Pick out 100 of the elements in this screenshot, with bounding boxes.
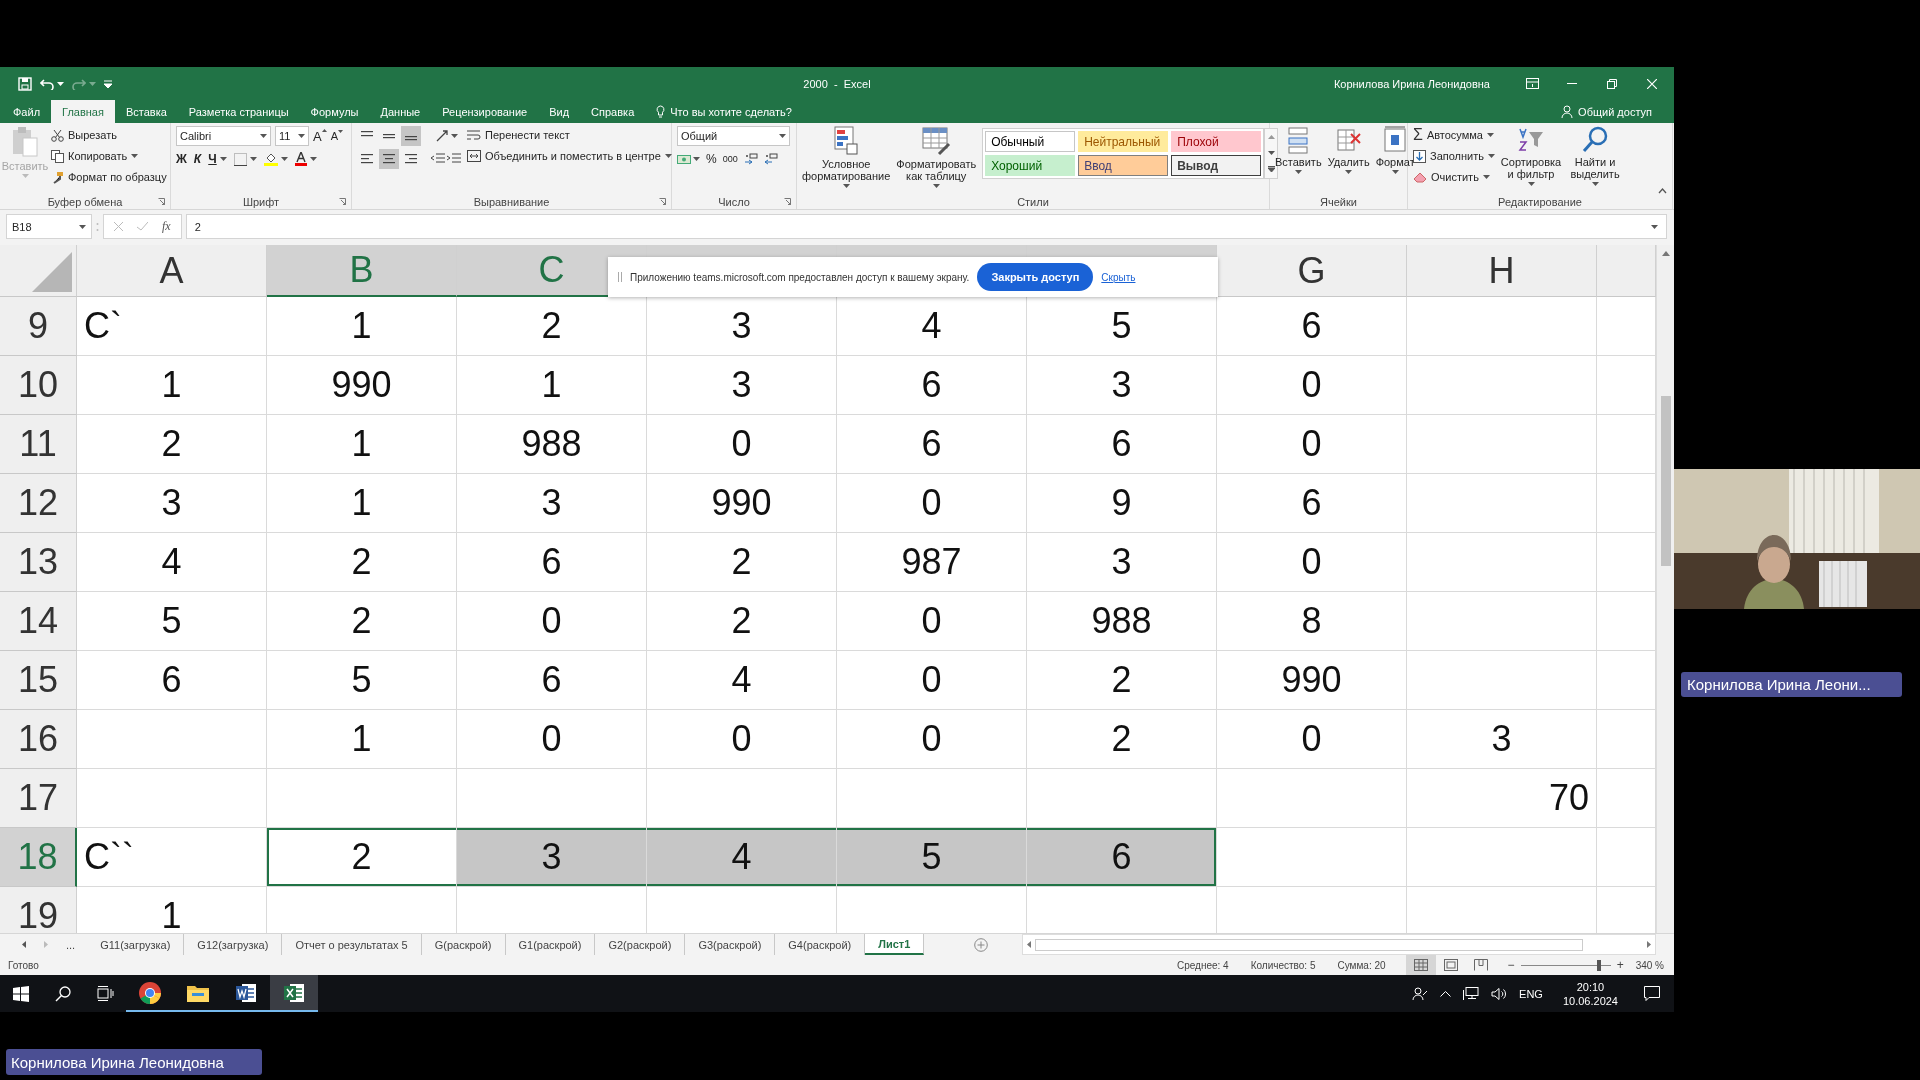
more-sheets-button[interactable]: ...: [66, 938, 76, 951]
grow-font-button[interactable]: A: [313, 128, 327, 144]
borders-button[interactable]: [233, 152, 257, 166]
zoom-slider-thumb[interactable]: [1596, 959, 1601, 971]
save-icon: [18, 76, 32, 91]
increase-decimal-button[interactable]: [743, 153, 758, 165]
column-header[interactable]: B: [267, 245, 457, 297]
clear-button[interactable]: Очистить: [1413, 168, 1495, 186]
formula-field[interactable]: 2: [185, 214, 1667, 239]
ribbon-tab[interactable]: Формулы: [299, 100, 370, 123]
fill-color-button[interactable]: [263, 152, 288, 166]
wrap-text-button[interactable]: Перенести текст: [467, 126, 672, 144]
row-header[interactable]: 16: [0, 710, 77, 769]
cell-style-button[interactable]: Нейтральный: [1078, 131, 1169, 152]
sort-filter-button[interactable]: Сортировка и фильтр: [1501, 126, 1561, 186]
row-header[interactable]: 15: [0, 651, 77, 710]
bold-button[interactable]: Ж: [176, 152, 187, 166]
ribbon-tab[interactable]: Вставка: [114, 100, 178, 123]
stop-sharing-button[interactable]: Закрыть доступ: [977, 263, 1094, 291]
font-color-button[interactable]: [294, 152, 317, 166]
row-header[interactable]: 12: [0, 474, 77, 533]
insert-cells-button[interactable]: Вставить: [1275, 126, 1322, 174]
zoom-out-button[interactable]: −: [1507, 958, 1515, 972]
save-button[interactable]: [18, 76, 32, 91]
language-indicator[interactable]: ENG: [1519, 987, 1543, 1000]
font-name-field[interactable]: Calibri: [176, 126, 271, 146]
merge-center-button[interactable]: Объединить и поместить в центре: [467, 147, 672, 165]
insert-function-button[interactable]: fx: [162, 219, 171, 234]
percent-button[interactable]: %: [706, 152, 717, 166]
tell-me-button[interactable]: Что вы хотите сделать?: [645, 100, 803, 123]
delete-cells-button[interactable]: Удалить: [1327, 126, 1370, 174]
italic-button[interactable]: К: [193, 152, 202, 166]
bottom-align-button[interactable]: [401, 126, 421, 146]
view-button[interactable]: [1405, 955, 1436, 975]
decrease-decimal-button[interactable]: [763, 153, 778, 165]
currency-button[interactable]: [677, 153, 700, 165]
row-header[interactable]: 10: [0, 356, 77, 415]
ribbon-tab[interactable]: Вид: [538, 100, 581, 123]
cut-button[interactable]: Вырезать: [51, 126, 167, 144]
people-button[interactable]: [1412, 985, 1429, 1002]
undo-button[interactable]: [40, 77, 64, 90]
autosum-button[interactable]: Σ Автосумма: [1413, 126, 1495, 144]
row-header[interactable]: 19: [0, 887, 77, 933]
column-header[interactable]: G: [1217, 245, 1407, 297]
ribbon-tab[interactable]: Файл: [2, 100, 52, 123]
ribbon-tab[interactable]: Главная: [51, 100, 115, 123]
taskbar-app[interactable]: [270, 975, 318, 1012]
format-painter-button[interactable]: Формат по образцу: [51, 168, 167, 186]
font-size-field[interactable]: 11: [275, 126, 309, 146]
cell-style-button[interactable]: Вывод: [1171, 155, 1262, 176]
dialog-launcher-button[interactable]: [339, 198, 346, 205]
ribbon-tab[interactable]: Данные: [369, 100, 432, 123]
cell-style-button[interactable]: Ввод: [1078, 155, 1169, 176]
row-header[interactable]: 18: [0, 828, 77, 887]
number-format-field[interactable]: Общий: [677, 126, 790, 146]
fill-button[interactable]: Заполнить: [1413, 147, 1495, 165]
format-as-table-button[interactable]: Форматировать как таблицу: [896, 126, 977, 188]
row-header[interactable]: 14: [0, 592, 77, 651]
group-title: Буфер обмена: [47, 195, 123, 208]
dialog-launcher-button[interactable]: [784, 198, 791, 205]
cell-style-button[interactable]: Обычный: [985, 131, 1076, 152]
decrease-indent-button[interactable]: [431, 153, 445, 165]
vertical-scrollbar[interactable]: [1656, 245, 1674, 933]
align-center-button[interactable]: [379, 149, 399, 169]
increase-indent-button[interactable]: [447, 153, 461, 165]
format-cells-button[interactable]: Формат: [1375, 126, 1415, 174]
sheet-tab[interactable]: Лист1: [865, 934, 925, 955]
cell-style-button[interactable]: Плохой: [1171, 131, 1262, 152]
hide-link[interactable]: Скрыть: [1101, 271, 1136, 283]
share-button[interactable]: Общий доступ: [1561, 100, 1674, 123]
ribbon-tab[interactable]: Разметка страницы: [177, 100, 300, 123]
horizontal-scrollbar[interactable]: [1022, 934, 1656, 955]
column-header[interactable]: H: [1407, 245, 1597, 297]
tray-overflow-button[interactable]: [1440, 990, 1452, 997]
conditional-formatting-button[interactable]: Условное форматирование: [802, 126, 891, 188]
name-box[interactable]: B18: [6, 214, 92, 239]
volume-button[interactable]: [1491, 986, 1508, 1001]
ribbon-tab[interactable]: Справка: [580, 100, 646, 123]
ribbon-tab[interactable]: Рецензирование: [431, 100, 539, 123]
thousands-button[interactable]: 000: [722, 154, 738, 164]
zoom-in-button[interactable]: +: [1616, 958, 1624, 972]
collapse-ribbon-button[interactable]: [1658, 188, 1667, 194]
cell-style-button[interactable]: Хороший: [985, 155, 1076, 176]
row-header[interactable]: 17: [0, 769, 77, 828]
row-header[interactable]: 9: [0, 297, 77, 356]
dialog-launcher-button[interactable]: [659, 198, 666, 205]
dialog-launcher-button[interactable]: [158, 198, 165, 205]
row-header[interactable]: 11: [0, 415, 77, 474]
shrink-font-button[interactable]: A: [330, 130, 343, 142]
underline-button[interactable]: Ч: [208, 152, 227, 166]
previous-sheet-button[interactable]: [22, 941, 26, 948]
network-button[interactable]: [1463, 986, 1480, 1001]
find-select-button[interactable]: Найти и выделить: [1567, 126, 1623, 186]
customize-button[interactable]: [104, 79, 112, 88]
scrollbar-thumb[interactable]: [1660, 396, 1671, 566]
notifications-button[interactable]: [1644, 986, 1660, 1001]
row-header[interactable]: 13: [0, 533, 77, 592]
column-header[interactable]: A: [77, 245, 267, 297]
orientation-button[interactable]: [435, 129, 458, 143]
copy-button[interactable]: Копировать: [51, 147, 167, 165]
